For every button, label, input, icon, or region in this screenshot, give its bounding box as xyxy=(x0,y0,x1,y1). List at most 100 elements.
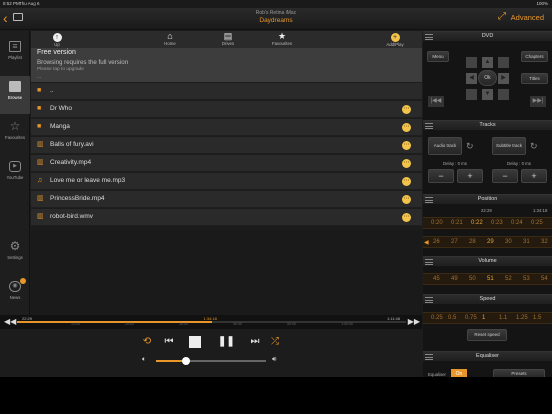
file-row[interactable]: ♫ Love me or leave me.mp3 ⋯ xyxy=(31,173,422,190)
position-picker[interactable]: 26 27 28 29 30 31 32 ◀ xyxy=(423,236,552,248)
reset-speed-button[interactable]: Reset speed xyxy=(467,329,507,341)
picker-value[interactable]: 1.25 xyxy=(516,315,528,321)
sidebar-item-favourites[interactable]: ☆ Favourites xyxy=(0,116,30,154)
subtitle-track-button[interactable]: Subtitle track xyxy=(492,137,526,155)
dvd-diagonal-upright-icon[interactable] xyxy=(498,57,509,68)
picker-value[interactable]: 53 xyxy=(523,276,530,282)
sidebar-item-youtube[interactable]: ▶ YouTube xyxy=(0,156,30,194)
fast-forward-icon[interactable]: ▶▶ xyxy=(408,317,420,326)
dvd-diagonal-downright-icon[interactable] xyxy=(498,89,509,100)
dvd-chapters-button[interactable]: Chapters xyxy=(521,51,548,62)
picker-value[interactable]: 1 xyxy=(482,315,485,321)
subtitle-delay-minus[interactable]: − xyxy=(492,169,518,183)
picker-value[interactable]: 50 xyxy=(469,276,476,282)
picker-value[interactable]: 1.5 xyxy=(533,315,541,321)
file-row[interactable]: ▥ Creativity.mp4 ⋯ xyxy=(31,155,422,172)
picker-value[interactable]: 54 xyxy=(541,276,548,282)
pause-icon[interactable]: ❚❚ xyxy=(218,335,235,349)
more-options-icon[interactable]: ⋯ xyxy=(402,123,411,132)
skip-next-icon[interactable]: ⏭ xyxy=(248,335,262,349)
dvd-ok-button[interactable]: Ok xyxy=(478,70,497,86)
more-options-icon[interactable]: ⋯ xyxy=(402,141,411,150)
picker-value[interactable]: 0:22 xyxy=(471,220,483,226)
picker-value[interactable]: 0.25 xyxy=(431,315,443,321)
volume-picker[interactable]: 45 49 50 51 52 53 54 xyxy=(423,273,552,285)
audio-track-button[interactable]: Audio track xyxy=(428,137,462,155)
drives-button[interactable]: ▤ Drives xyxy=(211,32,245,47)
picker-value[interactable]: 28 xyxy=(469,239,476,245)
subtitle-cycle-icon[interactable]: ↻ xyxy=(530,141,538,152)
audio-delay-plus[interactable]: + xyxy=(457,169,483,183)
more-options-icon[interactable]: ⋯ xyxy=(402,159,411,168)
up-button[interactable]: ↑ Up xyxy=(40,32,74,47)
position-section-header[interactable]: Position xyxy=(423,194,552,204)
picker-value[interactable]: 27 xyxy=(451,239,458,245)
audio-cycle-icon[interactable]: ↻ xyxy=(466,141,474,152)
advanced-button[interactable]: Advanced xyxy=(511,13,544,22)
subtitle-delay-plus[interactable]: + xyxy=(521,169,547,183)
file-row[interactable]: ■ Dr Who ⋯ xyxy=(31,101,422,118)
more-options-icon[interactable]: ⋯ xyxy=(402,177,411,186)
position-time-strip[interactable]: 0:20 0:21 0:22 0:23 0:24 0:25 xyxy=(423,217,552,229)
add-play-button[interactable]: + Add/Play xyxy=(378,32,412,47)
upgrade-notice[interactable]: Free version Browsing requires the full … xyxy=(31,48,422,82)
home-button[interactable]: ⌂ Home xyxy=(153,32,187,47)
seek-tick-label: 50:00 xyxy=(287,322,296,326)
picker-value[interactable]: 49 xyxy=(451,276,458,282)
picker-value[interactable]: 45 xyxy=(433,276,440,282)
repeat-icon[interactable]: ⟲ xyxy=(140,335,154,349)
sidebar-item-browse[interactable]: Browse xyxy=(0,76,30,114)
picker-value[interactable]: 0.5 xyxy=(448,315,456,321)
picker-value[interactable]: 51 xyxy=(487,276,494,282)
file-row[interactable]: ■.. xyxy=(31,83,422,100)
dvd-diagonal-downleft-icon[interactable] xyxy=(466,89,477,100)
file-row[interactable]: ▥ PrincessBride.mp4 ⋯ xyxy=(31,191,422,208)
dvd-up-arrow-icon[interactable]: ▲ xyxy=(482,57,493,68)
skip-previous-icon[interactable]: ⏮ xyxy=(162,335,176,349)
dvd-diagonal-upleft-icon[interactable] xyxy=(466,57,477,68)
picker-value[interactable]: 0:24 xyxy=(511,220,523,226)
picker-value[interactable]: 0:20 xyxy=(431,220,443,226)
picker-value[interactable]: 0:23 xyxy=(491,220,503,226)
tracks-section-header[interactable]: Tracks xyxy=(423,120,552,130)
speed-picker[interactable]: 0.25 0.5 0.75 1 1.1 1.25 1.5 xyxy=(423,312,552,324)
picker-value[interactable]: 32 xyxy=(541,239,548,245)
picker-value[interactable]: 26 xyxy=(433,239,440,245)
more-options-icon[interactable]: ⋯ xyxy=(402,105,411,114)
rewind-icon[interactable]: ◀◀ xyxy=(4,317,16,326)
dvd-menu-button[interactable]: Menu xyxy=(427,51,449,62)
audio-delay-minus[interactable]: − xyxy=(428,169,454,183)
more-options-icon[interactable]: ⋯ xyxy=(402,213,411,222)
picker-value[interactable]: 30 xyxy=(505,239,512,245)
favourites-button[interactable]: ★ Favourites xyxy=(265,32,299,47)
picker-value[interactable]: 29 xyxy=(487,239,494,245)
sidebar-item-settings[interactable]: ⚙ Settings xyxy=(0,236,30,274)
picker-value[interactable]: 1.1 xyxy=(499,315,507,321)
dvd-titles-button[interactable]: Titles xyxy=(521,73,548,84)
picker-value[interactable]: 0.75 xyxy=(465,315,477,321)
dvd-right-arrow-icon[interactable]: ▶ xyxy=(498,73,509,84)
dvd-previous-icon[interactable]: |◀◀ xyxy=(428,96,444,107)
file-row[interactable]: ▥ Balls of fury.avi ⋯ xyxy=(31,137,422,154)
picker-value[interactable]: 0:21 xyxy=(451,220,463,226)
volume-knob[interactable] xyxy=(181,357,190,365)
stop-icon[interactable] xyxy=(189,336,201,348)
dvd-down-arrow-icon[interactable]: ▼ xyxy=(482,89,493,100)
dvd-left-arrow-icon[interactable]: ◀ xyxy=(466,73,477,84)
file-row[interactable]: ■ Manga ⋯ xyxy=(31,119,422,136)
shuffle-icon[interactable]: ⤮ xyxy=(268,335,282,349)
expand-icon[interactable]: ⤢ xyxy=(498,12,508,22)
volume-section-header[interactable]: Volume xyxy=(423,256,552,266)
equaliser-section-header[interactable]: Equaliser xyxy=(423,351,552,361)
position-left-arrow-icon[interactable]: ◀ xyxy=(424,239,429,246)
picker-value[interactable]: 52 xyxy=(505,276,512,282)
sidebar-item-playlist[interactable]: ≡ Playlist xyxy=(0,36,30,74)
file-row[interactable]: ▥ robot-bird.wmv ⋯ xyxy=(31,209,422,226)
picker-value[interactable]: 0:25 xyxy=(531,220,543,226)
more-options-icon[interactable]: ⋯ xyxy=(402,195,411,204)
dvd-next-icon[interactable]: ▶▶| xyxy=(530,96,546,107)
seek-bar[interactable]: ◀◀ ▶▶ 10:00 20:00 30:00 40:00 50:00 1:00:00 2… xyxy=(0,315,422,329)
picker-value[interactable]: 31 xyxy=(523,239,530,245)
speed-section-header[interactable]: Speed xyxy=(423,294,552,304)
dvd-section-header[interactable]: DVD xyxy=(423,31,552,41)
